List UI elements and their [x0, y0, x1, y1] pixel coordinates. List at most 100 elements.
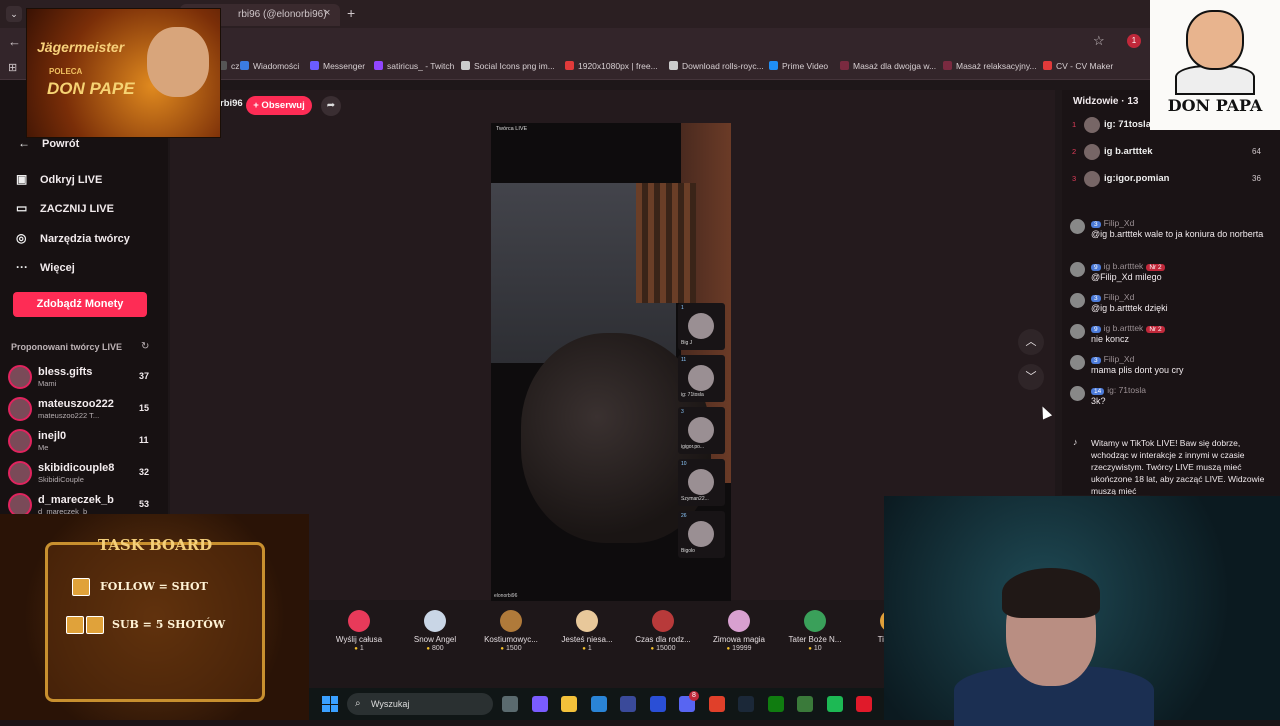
- suggested-creator[interactable]: mateuszoo222 mateuszoo222 T... 15: [8, 397, 158, 427]
- chat-message[interactable]: 3 Filip_Xd mama plis dont you cry: [1070, 354, 1275, 384]
- chat-text: nie koncz: [1091, 334, 1130, 344]
- sidebar-item-creator-tools[interactable]: ◎ Narzędzia twórcy: [16, 231, 130, 245]
- gift-item[interactable]: Czas dla rodz...15000: [628, 608, 698, 652]
- bookmark-favicon-icon: [461, 61, 470, 70]
- chat-text: @Filip_Xd milego: [1091, 272, 1162, 282]
- bookmark-item[interactable]: 1920x1080px | free...: [565, 61, 658, 71]
- chat-message[interactable]: 3 Filip_Xd @ig b.artttek wale to ja koniur…: [1070, 218, 1275, 248]
- gift-item[interactable]: Zimowa magia19999: [704, 608, 774, 652]
- avatar: [1084, 144, 1100, 160]
- viewer-count: 53: [139, 499, 150, 509]
- creator-subtitle: Me: [38, 443, 49, 452]
- back-arrow-icon[interactable]: ←: [8, 34, 21, 49]
- get-coins-button[interactable]: Zdobądź Monety: [13, 292, 147, 317]
- l-app-icon[interactable]: [649, 696, 666, 712]
- suggested-creator[interactable]: inejl0 Me 11: [8, 429, 158, 459]
- bookmark-item[interactable]: Messenger: [310, 61, 365, 71]
- bookmark-item[interactable]: CV - CV Maker: [1043, 61, 1113, 71]
- guest-name: Szyman22...: [681, 496, 709, 502]
- suggested-creator[interactable]: skibidicouple8 SkibidiCouple 32: [8, 461, 158, 491]
- sidebar-item-more[interactable]: ··· Więcej: [16, 260, 75, 274]
- sidebar-item-start-live[interactable]: ▭ ZACZNIJ LIVE: [16, 201, 114, 215]
- minecraft-icon[interactable]: [797, 696, 813, 712]
- refresh-icon[interactable]: ↻: [141, 341, 149, 352]
- discord-icon[interactable]: 8: [679, 691, 699, 712]
- bookmark-item[interactable]: Wiadomości: [240, 61, 299, 71]
- bookmark-item[interactable]: Masaż relaksacyjny...: [943, 61, 1037, 71]
- tab-close-icon[interactable]: ×: [324, 7, 330, 19]
- bookmark-item[interactable]: Download rolls-royc...: [669, 61, 764, 71]
- chat-message[interactable]: 3 Filip_Xd @ig b.artttek dzięki: [1070, 292, 1275, 322]
- more-icon: ···: [16, 260, 28, 274]
- ranking-name: ig:igor.pomian: [1104, 173, 1170, 184]
- avatar: [1084, 171, 1100, 187]
- tab-search-icon[interactable]: ⌄: [6, 6, 22, 22]
- bookmark-star-icon[interactable]: ☆: [1093, 33, 1105, 49]
- copilot-icon[interactable]: [531, 696, 548, 712]
- viewers-title[interactable]: Widzowie · 13: [1073, 96, 1138, 107]
- guest-tile[interactable]: 10 Szyman22...: [678, 459, 725, 506]
- lightbulb-icon: ◎: [16, 231, 27, 245]
- creator-name: d_mareczek_b: [38, 494, 114, 506]
- extension-badge[interactable]: 1: [1127, 34, 1141, 48]
- bookmark-item[interactable]: Prime Video: [769, 61, 828, 71]
- chat-message[interactable]: 9 ig b.artttek Nr 2 nie koncz: [1070, 323, 1275, 353]
- host-name[interactable]: rbi96: [220, 98, 243, 109]
- notification-badge: 8: [689, 691, 699, 701]
- chat-message-header: 14 ig: 71tosla: [1091, 385, 1146, 395]
- apps-grid-icon[interactable]: ⊞: [8, 61, 17, 74]
- suggested-creator[interactable]: bless.gifts Mami 37: [8, 365, 158, 395]
- chat-message[interactable]: 9 ig b.artttek Nr 2 @Filip_Xd milego: [1070, 261, 1275, 291]
- bookmark-item[interactable]: satiricus_ - Twitch: [374, 61, 454, 71]
- ranking-name: ig: 71tosla: [1104, 119, 1151, 130]
- guest-tile[interactable]: 11 ig: 71tosla: [678, 355, 725, 402]
- tiktok-icon: ♪: [1073, 437, 1078, 447]
- next-live-chevron-down-icon[interactable]: ﹀: [1018, 364, 1044, 390]
- task-follow: FOLLOW = SHOT: [100, 580, 208, 593]
- sidebar-item-discover-live[interactable]: ▣ Odkryj LIVE: [16, 172, 102, 186]
- bookmark-item[interactable]: cz: [218, 61, 240, 71]
- gift-item[interactable]: Tater Boże N...10: [780, 608, 850, 652]
- ranking-row[interactable]: 2 ig b.artttek 64: [1072, 143, 1272, 163]
- chat-username: ig b.artttek: [1103, 261, 1144, 271]
- steam-icon[interactable]: [738, 696, 754, 712]
- opera-icon[interactable]: [856, 696, 872, 712]
- taskbar-search[interactable]: ⌕ Wyszukaj: [347, 693, 493, 715]
- gift-item[interactable]: Snow Angel800: [400, 608, 470, 652]
- guest-avatar: [688, 469, 714, 495]
- explorer-icon[interactable]: [561, 696, 577, 712]
- vpn-icon[interactable]: [620, 696, 636, 712]
- store-icon[interactable]: [590, 696, 607, 712]
- spotify-icon[interactable]: [826, 696, 843, 712]
- bookmark-item[interactable]: Social Icons png im...: [461, 61, 555, 71]
- windows-start-icon[interactable]: [322, 696, 338, 712]
- guest-avatar: [688, 521, 714, 547]
- bookmark-item[interactable]: Masaż dla dwojga w...: [840, 61, 936, 71]
- gift-price: 10: [780, 645, 850, 652]
- xbox-icon[interactable]: [767, 696, 784, 712]
- ranking-row[interactable]: 3 ig:igor.pomian 36: [1072, 170, 1272, 190]
- follow-button[interactable]: + Obserwuj: [246, 96, 312, 115]
- rank-number: 1: [1072, 120, 1077, 129]
- chrome-icon[interactable]: [708, 696, 725, 712]
- ranking-name: ig b.artttek: [1104, 146, 1153, 157]
- webcam-overlay: [884, 496, 1280, 726]
- back-link[interactable]: ← Powrót: [18, 136, 79, 150]
- viewer-count: 32: [139, 467, 150, 477]
- avatar: [1070, 293, 1085, 308]
- gift-item[interactable]: Jesteś niesa...1: [552, 608, 622, 652]
- guest-tile[interactable]: 3 igigor.po...: [678, 407, 725, 454]
- task-view-icon[interactable]: [502, 696, 518, 712]
- new-tab-button[interactable]: +: [347, 5, 355, 21]
- previous-live-chevron-up-icon[interactable]: ︿: [1018, 329, 1044, 355]
- guest-tile[interactable]: 1 Big J: [678, 303, 725, 350]
- gift-item[interactable]: Wyślij całusa1: [324, 608, 394, 652]
- guest-tile[interactable]: 26 Bigolo: [678, 511, 725, 558]
- share-icon[interactable]: ➦: [321, 96, 341, 116]
- avatar: [1070, 355, 1085, 370]
- bookmark-favicon-icon: [374, 61, 383, 70]
- chat-message[interactable]: 14 ig: 71tosla 3k?: [1070, 385, 1275, 415]
- gift-item[interactable]: Tiny Bo: [856, 608, 884, 644]
- gift-price: 1500: [476, 645, 546, 652]
- gift-item[interactable]: Kostiumowyc...1500: [476, 608, 546, 652]
